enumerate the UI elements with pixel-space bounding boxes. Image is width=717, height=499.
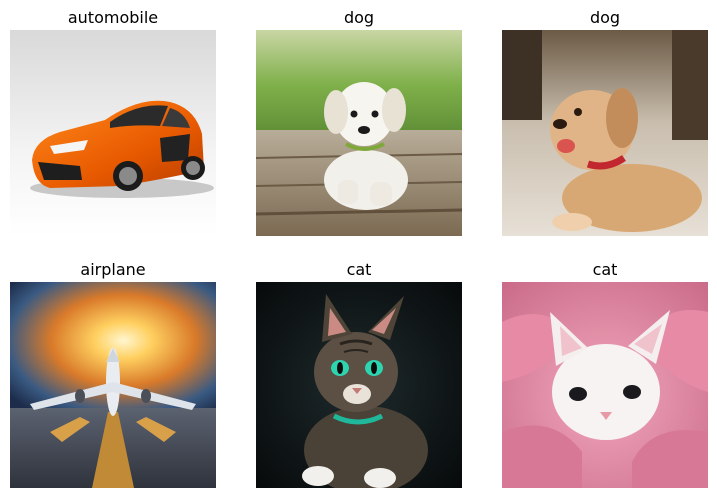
- white-kitten-image: [502, 282, 708, 488]
- tabby-cat-image: [256, 282, 462, 488]
- panel-title: automobile: [67, 8, 159, 27]
- golden-puppy-image: [502, 30, 708, 236]
- white-puppy-image: [256, 30, 462, 236]
- panel-title: airplane: [80, 260, 146, 279]
- panel-title: dog: [343, 8, 375, 27]
- car-image: [10, 30, 216, 236]
- airplane-image: [10, 282, 216, 488]
- panel-title: dog: [589, 8, 621, 27]
- panel-title: cat: [592, 260, 618, 279]
- panel-title: cat: [346, 260, 372, 279]
